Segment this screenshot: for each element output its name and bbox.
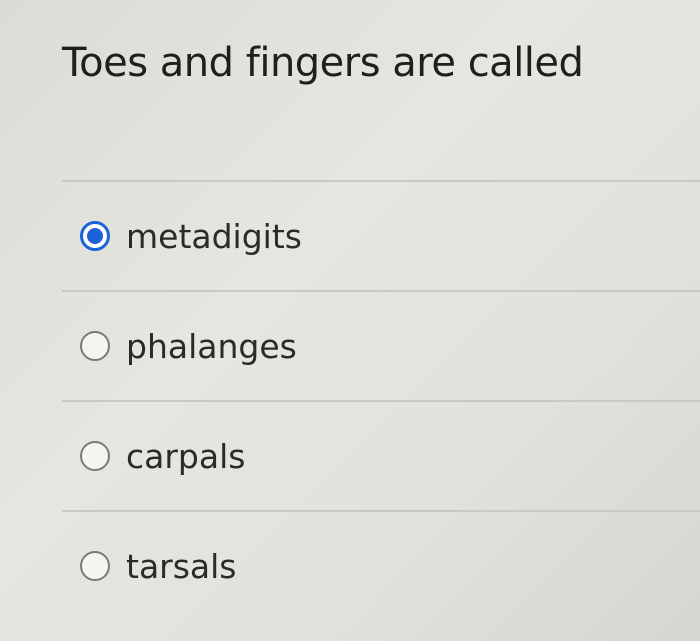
answer-label: carpals [126,436,246,476]
answer-option-phalanges[interactable]: phalanges [62,292,700,400]
radio-unselected-icon[interactable] [80,551,110,581]
answer-option-carpals[interactable]: carpals [62,402,700,510]
answer-label: phalanges [126,326,297,366]
question-title: Toes and fingers are called [62,40,584,86]
radio-dot [87,228,103,244]
answer-option-tarsals[interactable]: tarsals [62,512,700,620]
answer-option-metadigits[interactable]: metadigits [62,182,700,290]
answer-label: metadigits [126,216,302,256]
radio-unselected-icon[interactable] [80,331,110,361]
radio-selected-icon[interactable] [80,221,110,251]
answer-label: tarsals [126,546,237,586]
radio-unselected-icon[interactable] [80,441,110,471]
answer-list: metadigits phalanges carpals tarsals [62,180,700,620]
